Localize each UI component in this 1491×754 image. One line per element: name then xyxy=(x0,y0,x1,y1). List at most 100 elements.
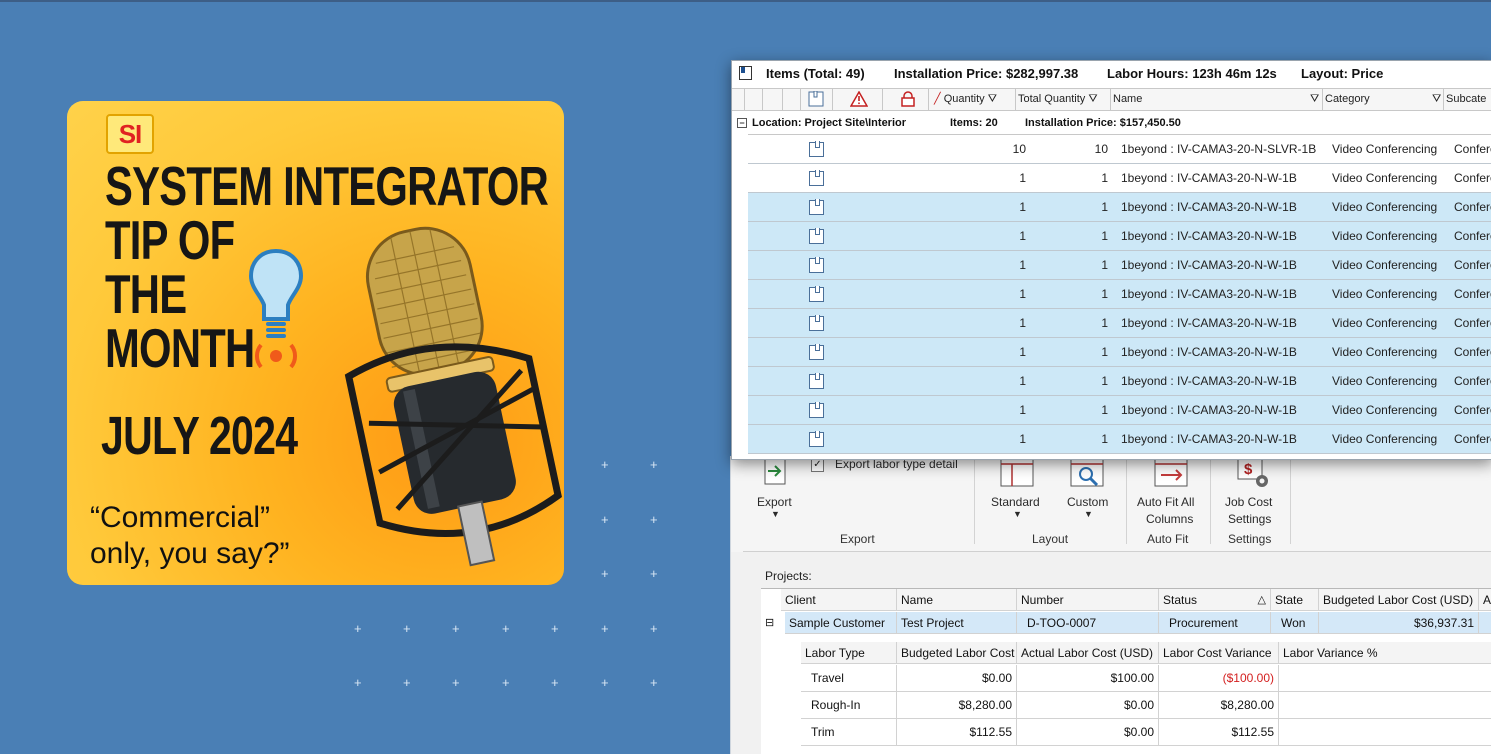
plus-mark: + xyxy=(403,675,411,690)
item-quantity: 1 xyxy=(1019,171,1026,185)
layout-standard-icon xyxy=(1000,456,1034,487)
item-subcategory: Confere xyxy=(1454,345,1491,359)
item-category: Video Conferencing xyxy=(1332,142,1438,156)
column-quantity[interactable]: ╱ Quantity ⛛ xyxy=(934,89,997,110)
column-total-quantity[interactable]: Total Quantity ⛛ xyxy=(1018,89,1098,110)
location-group-row[interactable]: − Location: Project Site\Interior Items:… xyxy=(732,112,1491,135)
item-subcategory: Confere xyxy=(1454,258,1491,272)
item-row[interactable]: 1 1 1beyond : IV-CAMA3-20-N-W-1B Video C… xyxy=(748,396,1491,425)
item-row[interactable]: 1 1 1beyond : IV-CAMA3-20-N-W-1B Video C… xyxy=(748,193,1491,222)
column-separator xyxy=(744,89,745,110)
column-header-client[interactable]: Client xyxy=(781,589,897,611)
item-subcategory: Confere xyxy=(1454,142,1491,156)
item-quantity: 1 xyxy=(1019,403,1026,417)
item-subcategory: Confere xyxy=(1454,374,1491,388)
plus-mark: + xyxy=(502,621,510,636)
filter-icon[interactable]: ⛛ xyxy=(988,93,997,105)
items-summary-bar: Items (Total: 49) Installation Price: $2… xyxy=(732,61,1491,87)
item-name: 1beyond : IV-CAMA3-20-N-W-1B xyxy=(1121,403,1297,417)
sort-ascending-icon: △ xyxy=(1257,594,1266,606)
labor-type: Travel xyxy=(801,665,897,692)
pin-icon[interactable] xyxy=(739,66,752,80)
job-cost-label-2: Settings xyxy=(1228,512,1272,526)
item-quantity: 1 xyxy=(1019,287,1026,301)
labor-actual: $0.00 xyxy=(1017,719,1159,746)
item-row[interactable]: 1 1 1beyond : IV-CAMA3-20-N-W-1B Video C… xyxy=(748,280,1491,309)
plus-mark: + xyxy=(650,675,658,690)
expand-collapse-icon[interactable]: ⊟ xyxy=(761,612,785,634)
column-name[interactable]: Name xyxy=(1113,89,1142,110)
job-cost-settings-icon: $ xyxy=(1237,456,1268,487)
column-category[interactable]: Category xyxy=(1325,89,1370,110)
labor-header-type[interactable]: Labor Type xyxy=(801,642,897,664)
item-row[interactable]: 1 1 1beyond : IV-CAMA3-20-N-W-1B Video C… xyxy=(748,251,1491,280)
plus-mark: + xyxy=(650,566,658,581)
filter-icon[interactable]: ⛛ xyxy=(1432,89,1441,110)
document-icon xyxy=(809,170,824,186)
column-header-number[interactable]: Number xyxy=(1017,589,1159,611)
ribbon-separator xyxy=(1210,456,1211,544)
filter-icon[interactable]: ⛛ xyxy=(1088,93,1097,105)
microphone-illustration xyxy=(344,226,562,567)
item-total-quantity: 1 xyxy=(1101,229,1108,243)
labor-header-budgeted[interactable]: Budgeted Labor Cost xyxy=(897,642,1017,664)
column-separator xyxy=(832,89,833,110)
filter-icon[interactable]: ⛛ xyxy=(1310,89,1319,110)
item-quantity: 1 xyxy=(1019,229,1026,243)
job-cost-label-1: Job Cost xyxy=(1225,495,1273,509)
column-total-quantity-label: Total Quantity xyxy=(1018,93,1086,105)
item-name: 1beyond : IV-CAMA3-20-N-W-1B xyxy=(1121,316,1297,330)
column-subcategory[interactable]: Subcate xyxy=(1446,89,1486,110)
item-subcategory: Confere xyxy=(1454,200,1491,214)
column-quantity-label: Quantity xyxy=(943,93,985,105)
item-row[interactable]: 1 1 1beyond : IV-CAMA3-20-N-W-1B Video C… xyxy=(748,367,1491,396)
edit-pencil-icon: ╱ xyxy=(934,93,941,105)
labor-hours: Labor Hours: 123h 46m 12s xyxy=(1107,66,1277,81)
item-total-quantity: 1 xyxy=(1101,345,1108,359)
project-status: Procurement xyxy=(1159,612,1271,634)
auto-fit-label-1: Auto Fit All xyxy=(1137,495,1195,509)
item-row[interactable]: 1 1 1beyond : IV-CAMA3-20-N-W-1B Video C… xyxy=(748,309,1491,338)
ribbon-separator xyxy=(974,456,975,544)
column-separator xyxy=(1015,89,1016,110)
quote-line: only, you say?” xyxy=(90,537,290,570)
column-header-budgeted[interactable]: Budgeted Labor Cost (USD) xyxy=(1319,589,1479,611)
item-row[interactable]: 1 1 1beyond : IV-CAMA3-20-N-W-1B Video C… xyxy=(748,222,1491,251)
item-category: Video Conferencing xyxy=(1332,171,1438,185)
item-row[interactable]: 1 1 1beyond : IV-CAMA3-20-N-W-1B Video C… xyxy=(748,425,1491,454)
warning-icon[interactable] xyxy=(849,89,869,110)
column-header-more[interactable]: A xyxy=(1479,589,1491,611)
labor-header-variance-pct[interactable]: Labor Variance % xyxy=(1279,642,1491,664)
export-labor-detail-checkbox[interactable]: ✓ xyxy=(811,459,824,472)
item-quantity: 1 xyxy=(1019,374,1026,388)
projects-grid: Client Name Number Status △ State Budget… xyxy=(761,588,1491,754)
ribbon-separator xyxy=(1290,456,1291,544)
labor-budgeted: $0.00 xyxy=(897,665,1017,692)
lock-icon[interactable] xyxy=(900,89,916,110)
labor-header-actual[interactable]: Actual Labor Cost (USD) xyxy=(1017,642,1159,664)
item-category: Video Conferencing xyxy=(1332,287,1438,301)
collapse-icon[interactable]: − xyxy=(737,118,747,128)
column-header-state[interactable]: State xyxy=(1271,589,1319,611)
item-total-quantity: 1 xyxy=(1101,432,1108,446)
labor-type: Rough-In xyxy=(801,692,897,719)
labor-variance-pct xyxy=(1279,719,1491,746)
svg-text:$: $ xyxy=(1244,461,1253,478)
item-quantity: 1 xyxy=(1019,432,1026,446)
document-column-icon[interactable] xyxy=(808,89,826,110)
column-header-status[interactable]: Status △ xyxy=(1159,589,1271,611)
item-row[interactable]: 1 1 1beyond : IV-CAMA3-20-N-W-1B Video C… xyxy=(748,338,1491,367)
column-header-name[interactable]: Name xyxy=(897,589,1017,611)
document-icon xyxy=(809,257,824,273)
column-separator xyxy=(1322,89,1323,110)
installation-price: Installation Price: $282,997.38 xyxy=(894,66,1079,81)
labor-variance-pct xyxy=(1279,692,1491,719)
labor-budgeted: $8,280.00 xyxy=(897,692,1017,719)
labor-variance: ($100.00) xyxy=(1159,665,1279,692)
labor-header-variance[interactable]: Labor Cost Variance xyxy=(1159,642,1279,664)
group-label-layout: Layout xyxy=(1032,532,1069,546)
item-total-quantity: 1 xyxy=(1101,403,1108,417)
item-row[interactable]: 10 10 1beyond : IV-CAMA3-20-N-SLVR-1B Vi… xyxy=(748,135,1491,164)
item-row[interactable]: 1 1 1beyond : IV-CAMA3-20-N-W-1B Video C… xyxy=(748,164,1491,193)
plus-mark: + xyxy=(601,457,609,472)
